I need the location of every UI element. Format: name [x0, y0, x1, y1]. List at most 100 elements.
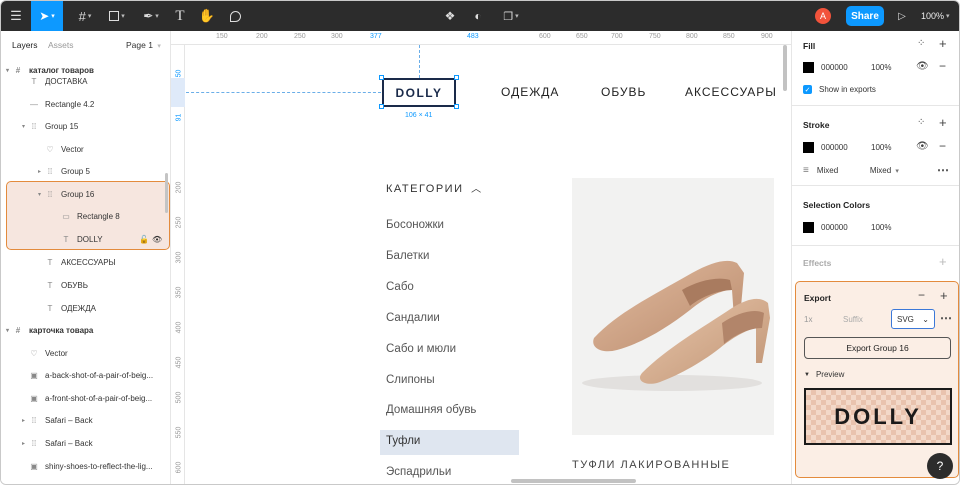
mask-tool[interactable]: ◐	[469, 1, 487, 31]
category-item[interactable]: Слипоны	[386, 374, 435, 386]
chevron-down-icon[interactable]: ▾	[38, 191, 41, 198]
present-button[interactable]: ▷	[895, 1, 909, 31]
eye-icon[interactable]: 👁	[152, 235, 162, 244]
layer-row[interactable]: ▸ ⁞⁞ Safari – Back	[1, 409, 171, 431]
eye-icon[interactable]: 👁	[916, 61, 929, 72]
layer-row[interactable]: T ДОСТАВКА	[1, 70, 171, 92]
zoom-menu[interactable]: 100% ▾	[921, 1, 950, 31]
preview-toggle[interactable]: ▼ Preview	[804, 370, 844, 379]
boolean-tool[interactable]: ❐ ▾	[498, 1, 524, 31]
share-button[interactable]: Share	[846, 6, 884, 26]
category-item[interactable]: Балетки	[386, 250, 429, 262]
tab-layers[interactable]: Layers	[12, 40, 38, 50]
fill-opacity[interactable]: 100%	[871, 63, 911, 72]
remove-fill-icon[interactable]: −	[939, 59, 946, 73]
hand-tool[interactable]: ✋	[198, 1, 216, 31]
add-stroke-icon[interactable]: +	[939, 115, 947, 130]
add-export-icon[interactable]: +	[940, 288, 948, 303]
layer-row[interactable]: — Rectangle 4.2	[1, 93, 171, 115]
stroke-opacity[interactable]: 100%	[871, 143, 911, 152]
style-grid-icon[interactable]: ⁘	[917, 38, 925, 49]
add-fill-icon[interactable]: +	[939, 36, 947, 51]
category-heading[interactable]: КАТЕГОРИИ ︿	[386, 180, 483, 195]
selection-color-row[interactable]: 000000 100%	[803, 222, 891, 233]
category-item[interactable]: Эспадрильи	[386, 466, 451, 478]
layer-row[interactable]: ▸ ⁞⁞ Safari – Back	[1, 432, 171, 454]
layer-row[interactable]: T ОДЕЖДА	[1, 297, 171, 319]
canvas-scrollbar-vertical[interactable]	[783, 45, 787, 91]
logo-selected[interactable]: DOLLY	[382, 78, 456, 107]
resize-handle-br[interactable]	[454, 104, 459, 109]
layer-row[interactable]: T DOLLY 🔓 👁	[1, 228, 171, 250]
remove-stroke-icon[interactable]: −	[939, 139, 946, 153]
stroke-weight-value[interactable]: Mixed	[817, 166, 870, 175]
main-menu-icon[interactable]: ☰	[1, 1, 31, 31]
chevron-down-icon[interactable]: ▾	[22, 123, 25, 130]
export-suffix-input[interactable]: Suffix	[843, 315, 863, 324]
nav-item-clothing[interactable]: ОДЕЖДА	[501, 85, 559, 99]
resize-handle-tr[interactable]	[454, 75, 459, 80]
add-effect-icon[interactable]: +	[939, 254, 947, 269]
stroke-swatch[interactable]	[803, 142, 814, 153]
text-tool[interactable]: T	[171, 1, 189, 31]
chevron-right-icon[interactable]: ▸	[22, 440, 25, 447]
category-item[interactable]: Сабо и мюли	[386, 343, 456, 355]
move-tool[interactable]: ➤ ▾	[31, 1, 63, 31]
export-scale[interactable]: 1x	[804, 315, 812, 324]
layer-row[interactable]: ▾ ⁞⁞ Group 16	[1, 183, 171, 205]
tab-assets[interactable]: Assets	[48, 40, 74, 50]
more-options-icon[interactable]: ⋯	[937, 163, 949, 177]
unlock-icon[interactable]: 🔓	[139, 235, 149, 244]
layer-row[interactable]: ▣ a-back-shot-of-a-pair-of-beig...	[1, 364, 171, 386]
layer-row[interactable]: T ОБУВЬ	[1, 274, 171, 296]
show-in-exports-row[interactable]: ✓ Show in exports	[803, 85, 876, 94]
chevron-right-icon[interactable]: ▸	[38, 168, 41, 175]
chevron-right-icon[interactable]: ▸	[22, 417, 25, 424]
component-tool[interactable]: ❖	[441, 1, 459, 31]
style-grid-icon[interactable]: ⁘	[917, 117, 925, 128]
eye-icon[interactable]: 👁	[916, 141, 929, 152]
nav-item-accessories[interactable]: АКСЕССУАРЫ	[685, 85, 777, 99]
remove-export-icon[interactable]: −	[918, 288, 925, 302]
layer-row[interactable]: ♡ Vector	[1, 138, 171, 160]
more-options-icon[interactable]: ⋯	[940, 311, 952, 325]
category-item[interactable]: Домашняя обувь	[386, 404, 476, 416]
pen-tool[interactable]: ✒ ▾	[137, 1, 165, 31]
selection-color-swatch[interactable]	[803, 222, 814, 233]
fill-hex[interactable]: 000000	[821, 63, 871, 72]
resize-handle-tl[interactable]	[379, 75, 384, 80]
category-item[interactable]: Туфли	[386, 435, 420, 447]
layer-row[interactable]: ▾ # карточка товара	[1, 319, 171, 341]
category-item[interactable]: Сандалии	[386, 312, 440, 324]
frame-tool[interactable]: # ▾	[71, 1, 99, 31]
user-avatar[interactable]: A	[815, 8, 831, 24]
canvas-scrollbar-horizontal[interactable]	[511, 479, 636, 483]
layer-row[interactable]: ▣ shiny-shoes-to-reflect-the-lig...	[1, 455, 171, 477]
layer-row[interactable]: ▸ ⁞⁞ Group 5	[1, 160, 171, 182]
fill-row[interactable]: 000000 100%	[803, 62, 911, 73]
selection-color-opacity[interactable]: 100%	[871, 223, 891, 232]
chevron-down-icon[interactable]: ▾	[6, 327, 9, 334]
layer-row[interactable]: ▣ a-front-shot-of-a-pair-of-beig...	[1, 387, 171, 409]
shape-tool[interactable]: ▾	[103, 1, 131, 31]
page-selector[interactable]: Page 1 ▾	[126, 40, 161, 50]
selection-color-hex[interactable]: 000000	[821, 223, 871, 232]
stroke-hex[interactable]: 000000	[821, 143, 871, 152]
help-button[interactable]: ?	[927, 453, 953, 479]
layer-row[interactable]: T АКСЕССУАРЫ	[1, 251, 171, 273]
export-format-select[interactable]: SVG ⌄	[891, 309, 935, 329]
show-in-exports-checkbox[interactable]: ✓	[803, 85, 812, 94]
category-item[interactable]: Босоножки	[386, 219, 444, 231]
comment-tool[interactable]	[226, 1, 244, 31]
layer-row[interactable]: ▭ Rectangle 8	[1, 205, 171, 227]
resize-handle-bl[interactable]	[379, 104, 384, 109]
category-item[interactable]: Сабо	[386, 281, 414, 293]
nav-item-shoes[interactable]: ОБУВЬ	[601, 85, 646, 99]
layer-row[interactable]: ♡ Vector	[1, 342, 171, 364]
stroke-weight-row[interactable]: ≡ Mixed Mixed ▾	[803, 165, 899, 176]
export-button[interactable]: Export Group 16	[804, 337, 951, 359]
stroke-row[interactable]: 000000 100%	[803, 142, 911, 153]
fill-swatch[interactable]	[803, 62, 814, 73]
stroke-align-select[interactable]: Mixed ▾	[870, 166, 899, 175]
layer-row[interactable]: ▾ ⁞⁞ Group 15	[1, 115, 171, 137]
